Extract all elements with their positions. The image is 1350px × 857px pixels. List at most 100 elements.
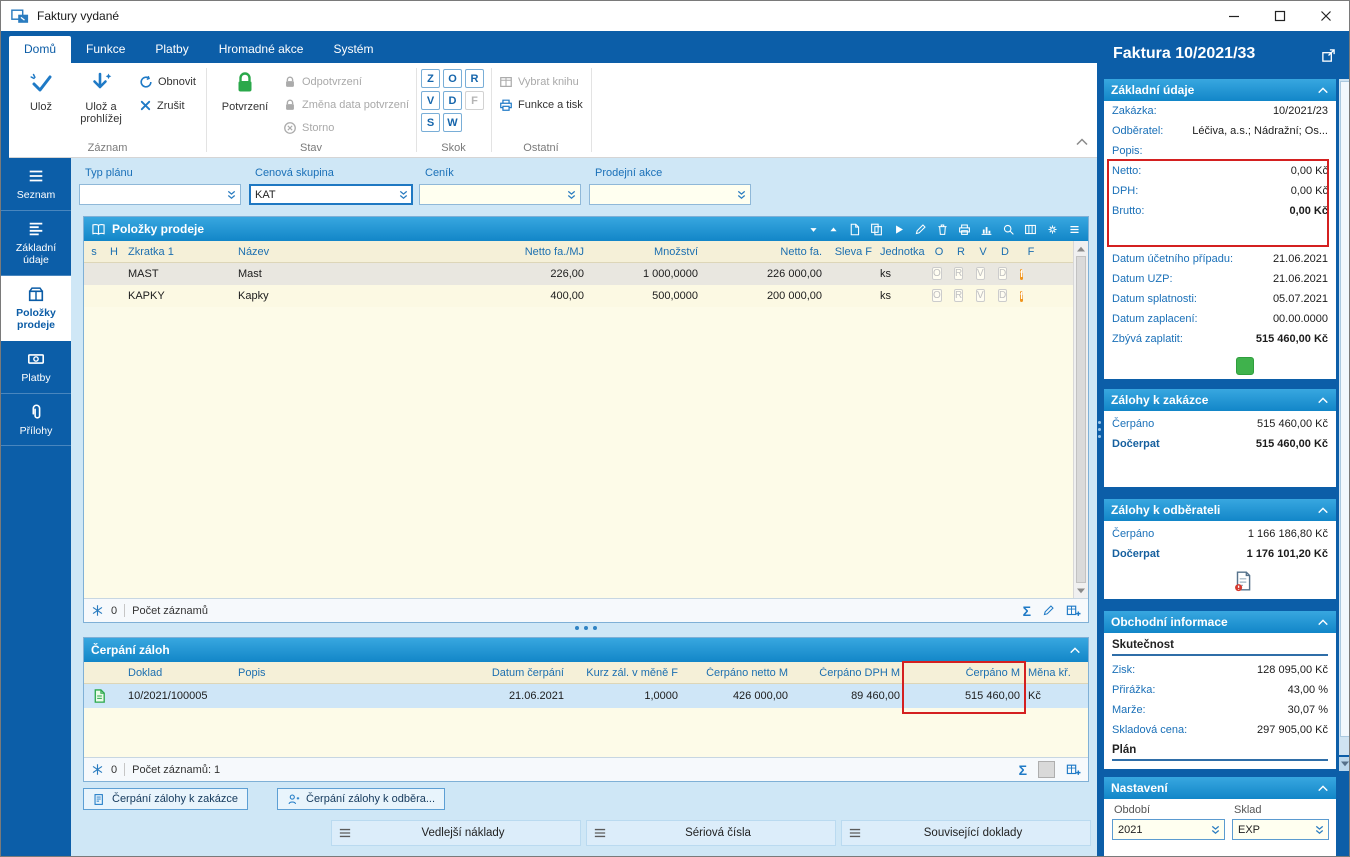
columns-icon[interactable] xyxy=(1024,223,1037,236)
refresh-button[interactable]: Obnovit xyxy=(139,75,196,89)
dropdown-icon[interactable] xyxy=(1311,824,1328,836)
dropdown-icon[interactable] xyxy=(395,185,412,204)
search-icon[interactable] xyxy=(1002,223,1015,236)
confirm-button[interactable]: Potvrzení xyxy=(215,70,275,113)
save-button[interactable]: Ulož xyxy=(17,70,65,113)
column-header-s[interactable]: s xyxy=(84,246,104,258)
detail-scroll-thumb[interactable] xyxy=(1340,81,1349,737)
chart-icon[interactable] xyxy=(980,223,993,236)
order-advances-header[interactable]: Zálohy k zakázce xyxy=(1104,389,1336,411)
filter-box-button[interactable] xyxy=(1038,761,1055,778)
collapse-section-icon[interactable] xyxy=(1317,396,1329,405)
storno-button[interactable]: Storno xyxy=(283,121,334,135)
scroll-down-icon[interactable] xyxy=(1074,583,1088,598)
print-icon[interactable] xyxy=(958,223,971,236)
typ-planu-combobox[interactable] xyxy=(79,184,241,205)
souvisejici-doklady-button[interactable]: Související doklady xyxy=(841,820,1091,846)
sum-icon[interactable]: Σ xyxy=(1019,763,1027,777)
save-and-view-button[interactable]: Ulož a prohlížej xyxy=(67,70,135,125)
column-header-d[interactable]: D xyxy=(994,246,1016,258)
jump-z-button[interactable]: Z xyxy=(421,69,440,88)
change-confirm-date-button[interactable]: Změna data potvrzení xyxy=(283,98,409,112)
column-header-h[interactable]: H xyxy=(104,246,124,258)
sidebar-item-polozky-prodeje[interactable]: Položky prodeje xyxy=(1,275,71,341)
table-row[interactable]: 10/2021/100005 21.06.2021 1,0000 426 000… xyxy=(84,684,1088,708)
cenik-combobox[interactable] xyxy=(419,184,581,205)
column-header-cerpano-dph[interactable]: Čerpáno DPH M xyxy=(792,667,904,679)
business-info-header[interactable]: Obchodní informace xyxy=(1104,611,1336,633)
vedlejsi-naklady-button[interactable]: Vedlejší náklady xyxy=(331,820,581,846)
functions-print-button[interactable]: Funkce a tisk xyxy=(499,98,583,112)
settings-header[interactable]: Nastavení xyxy=(1104,777,1336,799)
collapse-section-icon[interactable] xyxy=(1317,506,1329,515)
column-header-f[interactable]: F xyxy=(1016,246,1046,258)
column-header-o[interactable]: O xyxy=(928,246,950,258)
freeze-icon[interactable] xyxy=(91,604,104,617)
close-icon[interactable] xyxy=(1303,1,1349,31)
collapse-ribbon-icon[interactable] xyxy=(1075,137,1089,147)
column-header-cerpano-netto[interactable]: Čerpáno netto M xyxy=(682,667,792,679)
minimize-icon[interactable] xyxy=(1211,1,1257,31)
column-header-datum-cerpani[interactable]: Datum čerpání xyxy=(474,667,568,679)
tab-hromadne-akce[interactable]: Hromadné akce xyxy=(204,36,319,63)
dropdown-icon[interactable] xyxy=(563,185,580,204)
scroll-up-icon[interactable] xyxy=(1074,241,1088,256)
scroll-thumb[interactable] xyxy=(1076,256,1086,583)
detach-panel-icon[interactable] xyxy=(1321,48,1336,63)
cancel-button[interactable]: Zrušit xyxy=(139,99,185,112)
menu-icon[interactable] xyxy=(1068,223,1081,236)
detail-scroll-down-icon[interactable] xyxy=(1339,757,1349,771)
customer-advances-header[interactable]: Zálohy k odběrateli xyxy=(1104,499,1336,521)
column-header-jednotka[interactable]: Jednotka xyxy=(876,246,928,258)
prodejni-akce-combobox[interactable] xyxy=(589,184,751,205)
cenova-skupina-combobox[interactable]: KAT xyxy=(249,184,413,205)
edit-icon[interactable] xyxy=(1042,604,1055,617)
collapse-section-icon[interactable] xyxy=(1317,784,1329,793)
delete-icon[interactable] xyxy=(936,223,949,236)
tab-funkce[interactable]: Funkce xyxy=(71,36,140,63)
basic-info-header[interactable]: Základní údaje xyxy=(1104,79,1336,101)
jump-o-button[interactable]: O xyxy=(443,69,462,88)
dropdown-icon[interactable] xyxy=(733,185,750,204)
caret-up-icon[interactable] xyxy=(828,224,839,235)
sum-icon[interactable]: Σ xyxy=(1023,604,1031,618)
new-record-icon[interactable] xyxy=(848,223,861,236)
collapse-section-icon[interactable] xyxy=(1317,86,1329,95)
tab-domu[interactable]: Domů xyxy=(9,36,72,63)
add-grid-icon[interactable] xyxy=(1066,604,1081,618)
advance-to-order-button[interactable]: Čerpání zálohy k zakázce xyxy=(83,788,248,810)
maximize-icon[interactable] xyxy=(1257,1,1303,31)
panel-splitter-handle[interactable] xyxy=(83,621,1089,635)
edit-icon[interactable] xyxy=(914,223,927,236)
collapse-section-icon[interactable] xyxy=(1317,618,1329,627)
sidebar-item-seznam[interactable]: Seznam xyxy=(1,158,71,211)
warehouse-combobox[interactable]: EXP xyxy=(1232,819,1329,840)
sidebar-item-zakladni-udaje[interactable]: Základní údaje xyxy=(1,211,71,276)
column-header-netto-mj[interactable]: Netto fa./MJ xyxy=(470,246,588,258)
column-header-popis[interactable]: Popis xyxy=(234,667,474,679)
column-header-v[interactable]: V xyxy=(972,246,994,258)
document-alert-icon[interactable] xyxy=(1232,570,1336,592)
jump-w-button[interactable]: W xyxy=(443,113,462,132)
select-book-button[interactable]: Vybrat knihu xyxy=(499,75,579,89)
settings-gear-icon[interactable] xyxy=(1046,223,1059,236)
advance-to-customer-button[interactable]: Čerpání zálohy k odběra... xyxy=(277,788,446,810)
column-header-mena[interactable]: Měna kř. xyxy=(1024,667,1080,679)
column-header-nazev[interactable]: Název xyxy=(234,246,470,258)
column-header-doklad[interactable]: Doklad xyxy=(124,667,234,679)
items-vertical-scrollbar[interactable] xyxy=(1073,241,1088,598)
jump-d-button[interactable]: D xyxy=(443,91,462,110)
seriova-cisla-button[interactable]: Sériová čísla xyxy=(586,820,836,846)
jump-v-button[interactable]: V xyxy=(421,91,440,110)
caret-down-icon[interactable] xyxy=(808,224,819,235)
vertical-splitter-handle[interactable] xyxy=(1098,421,1101,438)
copy-record-icon[interactable] xyxy=(870,223,883,236)
tab-platby[interactable]: Platby xyxy=(140,36,203,63)
table-row[interactable]: KAPKY Kapky 400,00 500,0000 200 000,00 k… xyxy=(84,285,1088,307)
column-header-kurz[interactable]: Kurz zál. v měně F xyxy=(568,667,682,679)
column-header-r[interactable]: R xyxy=(950,246,972,258)
column-header-mnozstvi[interactable]: Množství xyxy=(588,246,702,258)
run-icon[interactable] xyxy=(892,223,905,236)
column-header-zkratka[interactable]: Zkratka 1 xyxy=(124,246,234,258)
sidebar-item-platby[interactable]: Platby xyxy=(1,341,71,394)
